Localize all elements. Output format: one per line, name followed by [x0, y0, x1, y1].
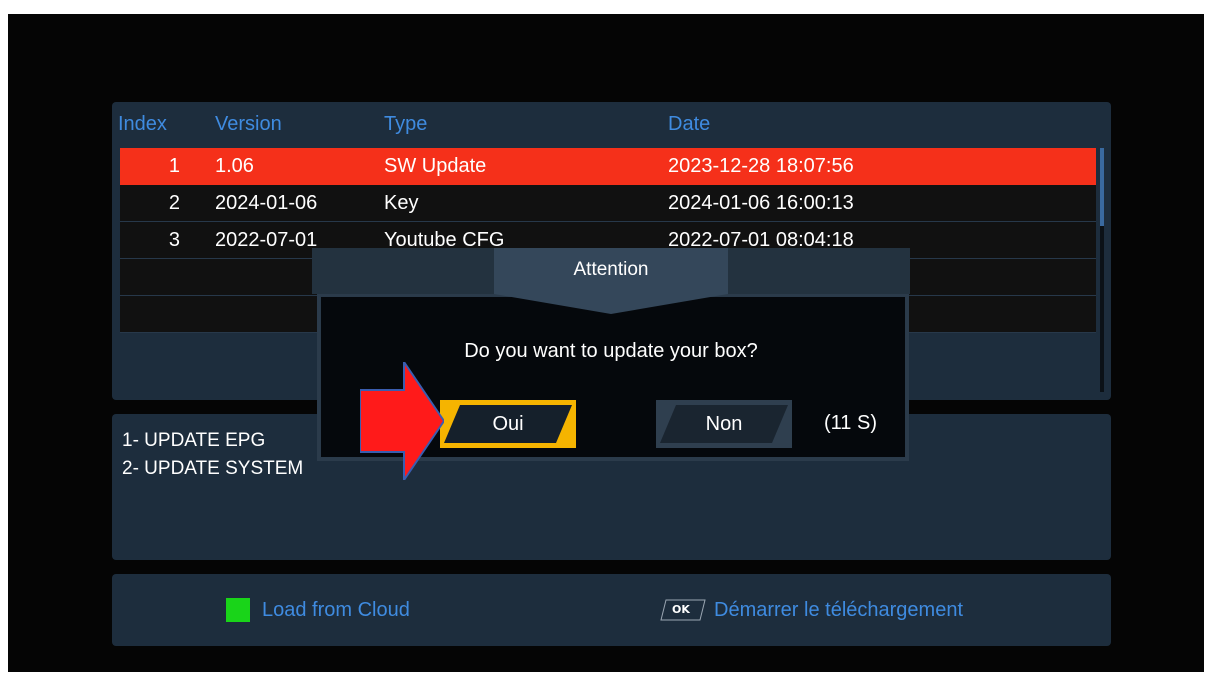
list-scrollbar[interactable] [1100, 148, 1104, 392]
table-row[interactable]: 2 2024-01-06 Key 2024-01-06 16:00:13 [120, 185, 1096, 222]
red-arrow-icon [360, 362, 444, 480]
cell-index: 3 [168, 229, 180, 251]
oui-button-label: Oui [492, 413, 524, 435]
non-button[interactable]: Non [656, 400, 792, 448]
column-header-date: Date [668, 113, 711, 135]
oui-button[interactable]: Oui [440, 400, 576, 448]
cell-index [120, 296, 180, 332]
scrollbar-thumb[interactable] [1100, 148, 1104, 226]
load-from-cloud-label[interactable]: Load from Cloud [262, 598, 410, 622]
info-line-system: 2- UPDATE SYSTEM [122, 458, 304, 479]
ok-key-text: OK [672, 603, 690, 616]
ok-key-icon: OK [660, 599, 706, 621]
cell-version: 2024-01-06 [215, 192, 318, 214]
cell-index [120, 259, 180, 295]
cell-version: 2022-07-01 [215, 229, 318, 251]
dialog-title: Attention [573, 259, 649, 280]
non-button-label: Non [705, 413, 743, 435]
cell-index: 1 [168, 155, 180, 177]
column-header-index: Index [118, 113, 167, 135]
cell-type: Key [384, 192, 419, 214]
dialog-message: Do you want to update your box? [464, 340, 758, 362]
cell-type: SW Update [384, 155, 487, 177]
cell-version: 1.06 [215, 155, 254, 177]
cell-date: 2024-01-06 16:00:13 [668, 192, 854, 214]
cell-date: 2023-12-28 18:07:56 [668, 155, 854, 177]
green-key-icon [226, 598, 250, 622]
countdown-timer: (11 S) [824, 412, 877, 434]
start-download-label[interactable]: Démarrer le téléchargement [714, 598, 963, 622]
table-row[interactable]: 1 1.06 SW Update 2023-12-28 18:07:56 [120, 148, 1096, 185]
info-line-epg: 1- UPDATE EPG [122, 430, 266, 451]
tv-screen: Index Version Type Date 1 1.06 SW Update… [8, 14, 1204, 672]
footer-panel: Load from Cloud OK Démarrer le télécharg… [112, 574, 1111, 646]
column-header-type: Type [384, 113, 428, 135]
column-header-version: Version [215, 113, 282, 135]
cell-index: 2 [168, 192, 180, 214]
